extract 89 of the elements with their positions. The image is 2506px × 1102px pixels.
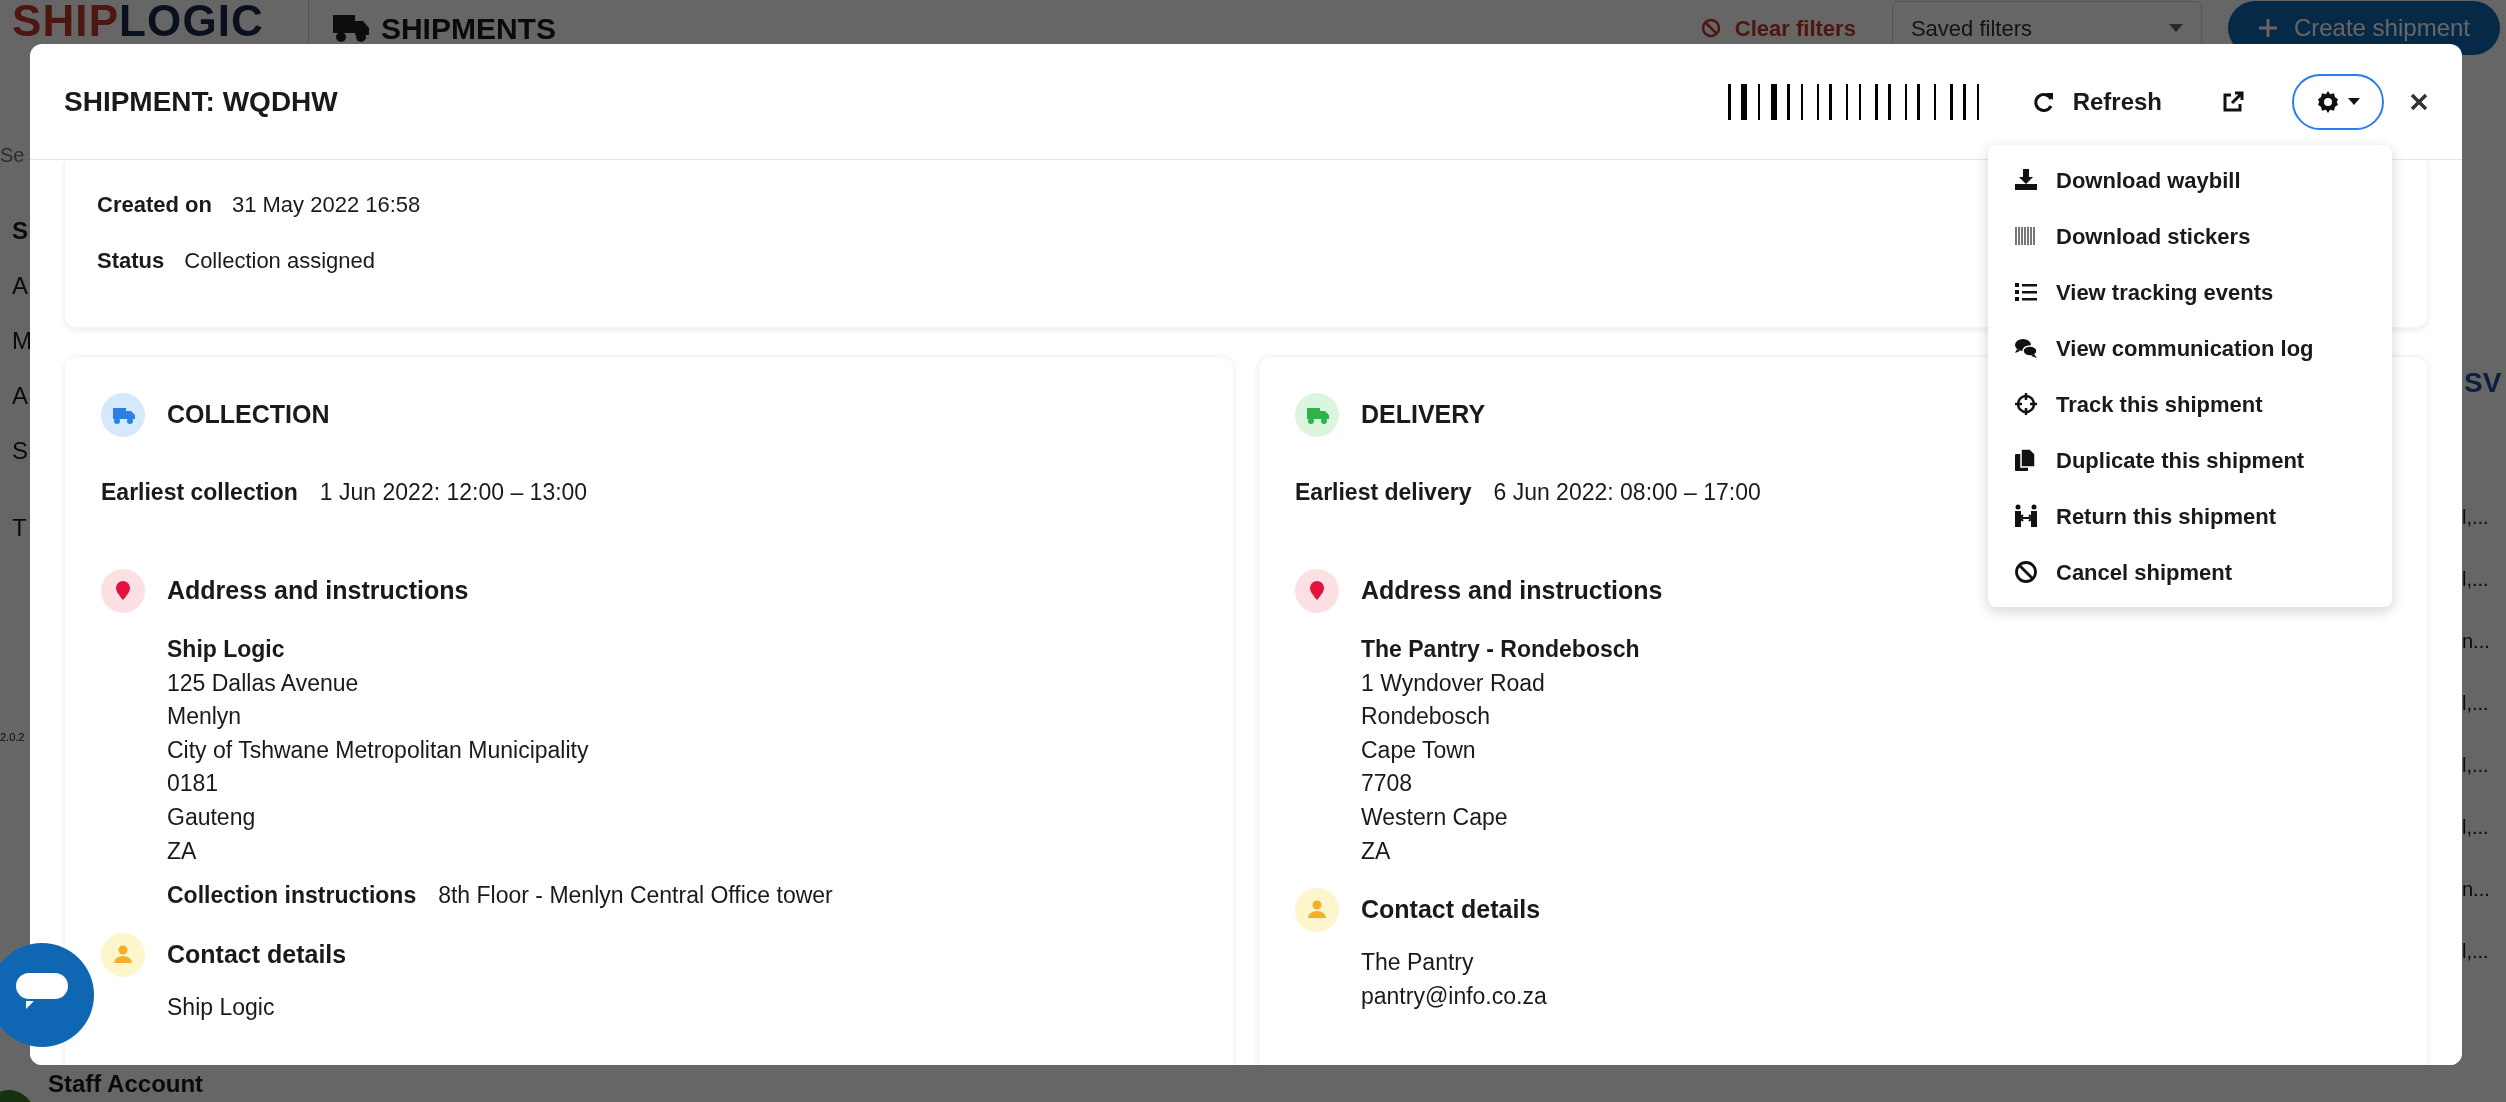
table-cell: l,... bbox=[2462, 939, 2490, 963]
address-line: 1 Wyndover Road bbox=[1361, 668, 1545, 698]
plus-icon bbox=[2257, 18, 2278, 38]
chat-icon bbox=[2014, 336, 2038, 360]
logo-text: SHIP bbox=[12, 0, 120, 47]
truck-icon bbox=[101, 393, 145, 437]
logo-text: LOGIC bbox=[119, 0, 264, 47]
sidebar-item[interactable]: S bbox=[12, 220, 30, 242]
list-icon bbox=[2014, 280, 2038, 304]
sidebar-item[interactable]: A bbox=[12, 385, 30, 407]
address-name: Ship Logic bbox=[167, 635, 285, 664]
menu-item[interactable]: Download waybill bbox=[1988, 152, 2392, 208]
user-name: Staff Account bbox=[48, 1069, 204, 1099]
menu-item[interactable]: View communication log bbox=[1988, 320, 2392, 376]
field-value: 31 May 2022 16:58 bbox=[231, 191, 421, 219]
crosshair-icon bbox=[2014, 392, 2038, 416]
field-label: Earliest collection bbox=[101, 478, 298, 507]
sidebar-item[interactable]: A bbox=[12, 275, 30, 297]
address-line: 0181 bbox=[167, 769, 219, 799]
address-line: Western Cape bbox=[1361, 802, 1508, 832]
caret-icon bbox=[2348, 98, 2360, 105]
sidebar-item[interactable]: T bbox=[12, 517, 30, 539]
version-text: 2.0.2 bbox=[0, 730, 26, 745]
truck-icon bbox=[332, 13, 369, 43]
sidebar-item[interactable]: M bbox=[12, 330, 30, 352]
copy-icon bbox=[2014, 448, 2038, 472]
address-line: Cape Town bbox=[1361, 735, 1476, 765]
section-heading: COLLECTION bbox=[167, 399, 330, 431]
contact-line: pantry@info.co.za bbox=[1361, 981, 1547, 1011]
person-icon bbox=[1295, 888, 1339, 933]
close-icon bbox=[2410, 92, 2428, 111]
section-heading: Address and instructions bbox=[167, 575, 469, 607]
download-icon bbox=[2014, 168, 2038, 192]
address-line: Menlyn bbox=[167, 702, 242, 732]
clear-filters-button[interactable]: Clear filters bbox=[1700, 11, 1856, 45]
search-field[interactable]: Se bbox=[0, 140, 26, 180]
settings-icon bbox=[2316, 89, 2340, 114]
person-icon bbox=[101, 932, 145, 977]
field-label: Status bbox=[97, 247, 165, 275]
table-cell: n... bbox=[2462, 629, 2490, 653]
table-cell: n... bbox=[2462, 877, 2490, 901]
table-cell: l,... bbox=[2462, 753, 2490, 777]
page-title: SHIPMENTS bbox=[380, 10, 556, 47]
barcode-icon bbox=[2014, 224, 2038, 248]
section-heading: Contact details bbox=[1361, 894, 1541, 926]
address-line: Gauteng bbox=[167, 802, 256, 832]
export-link[interactable]: SV bbox=[2464, 362, 2502, 404]
address-line: ZA bbox=[1361, 836, 1391, 866]
settings-button[interactable] bbox=[2292, 73, 2384, 130]
address-name: The Pantry - Rondebosch bbox=[1361, 635, 1640, 664]
address-line: City of Tshwane Metropolitan Municipality bbox=[167, 735, 589, 765]
field-label: Earliest delivery bbox=[1295, 478, 1472, 507]
caret-icon bbox=[2168, 24, 2183, 32]
menu-item[interactable]: Download stickers bbox=[1988, 208, 2392, 264]
dialog-title: SHIPMENT: WQDHW bbox=[64, 84, 338, 119]
ban-icon bbox=[1700, 18, 1721, 38]
ban-icon bbox=[2014, 560, 2038, 584]
field-value: Collection assigned bbox=[184, 247, 376, 275]
field-value: 8th Floor - Menlyn Central Office tower bbox=[438, 881, 833, 911]
refresh-icon bbox=[2032, 90, 2055, 113]
address-line: ZA bbox=[167, 836, 197, 866]
menu-item[interactable]: Duplicate this shipment bbox=[1988, 432, 2392, 488]
section-heading: DELIVERY bbox=[1361, 399, 1486, 431]
field-label: Created on bbox=[97, 191, 212, 219]
menu-item[interactable]: View tracking events bbox=[1988, 264, 2392, 320]
refresh-button[interactable]: Refresh bbox=[2032, 83, 2162, 120]
address-line: 7708 bbox=[1361, 769, 1413, 799]
field-value: 1 Jun 2022: 12:00 – 13:00 bbox=[319, 478, 588, 507]
table-cell: l,... bbox=[2462, 815, 2490, 839]
table-cell: l,... bbox=[2462, 567, 2490, 591]
table-cell: l,... bbox=[2462, 691, 2490, 715]
address-line: 125 Dallas Avenue bbox=[167, 668, 359, 698]
address-line: Rondebosch bbox=[1361, 702, 1491, 732]
truck-icon bbox=[1295, 393, 1339, 437]
menu-item[interactable]: Return this shipment bbox=[1988, 488, 2392, 544]
contact-line: Ship Logic bbox=[167, 992, 275, 1022]
map-pin-icon bbox=[1295, 569, 1339, 613]
map-pin-icon bbox=[101, 569, 145, 613]
field-label: Collection instructions bbox=[167, 881, 417, 911]
table-cell: l,... bbox=[2462, 505, 2490, 529]
external-link-icon bbox=[2222, 90, 2244, 113]
contact-line: The Pantry bbox=[1361, 948, 1474, 978]
sidebar-item[interactable]: S bbox=[12, 440, 30, 462]
people-icon bbox=[2014, 504, 2038, 528]
section-heading: Contact details bbox=[167, 939, 347, 970]
menu-item[interactable]: Cancel shipment bbox=[1988, 544, 2392, 600]
field-value: 6 Jun 2022: 08:00 – 17:00 bbox=[1493, 478, 1761, 507]
menu-item[interactable]: Track this shipment bbox=[1988, 376, 2392, 432]
section-heading: Address and instructions bbox=[1361, 575, 1663, 607]
